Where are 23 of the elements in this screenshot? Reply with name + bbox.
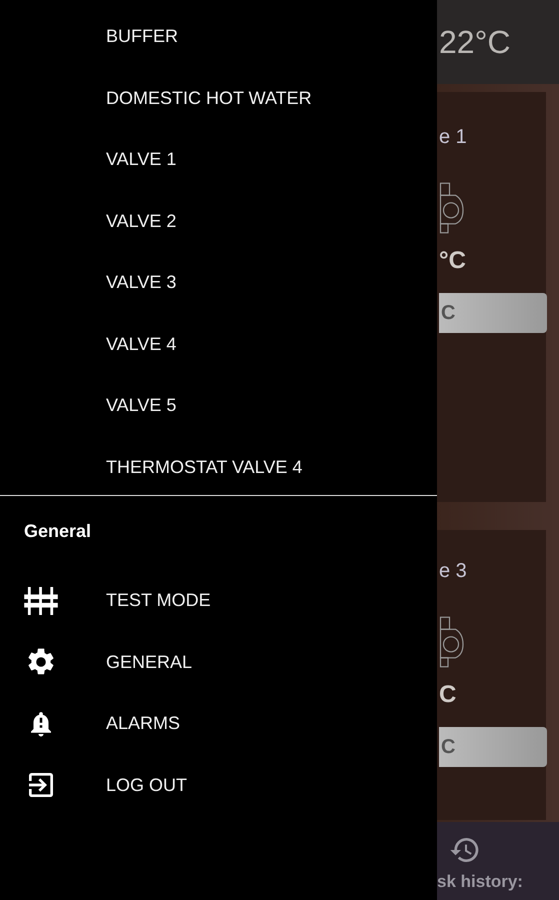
menu-item[interactable]: VALVE 4 bbox=[0, 314, 437, 375]
menu-item[interactable]: VALVE 2 bbox=[0, 190, 437, 252]
valve-card[interactable]: e 3 C C bbox=[437, 530, 546, 820]
setpoint-button[interactable]: C bbox=[439, 727, 547, 767]
menu-item[interactable]: VALVE 5 bbox=[0, 375, 437, 436]
menu-item[interactable]: TEST MODE bbox=[106, 590, 211, 612]
valve-card[interactable]: e 1 °C C bbox=[437, 92, 546, 502]
history-label: sk history: bbox=[437, 872, 523, 892]
card-title: e 1 bbox=[439, 126, 467, 149]
menu-item[interactable]: LOG OUT bbox=[106, 774, 188, 796]
menu-item[interactable]: VALVE 3 bbox=[0, 252, 437, 314]
menu-item[interactable]: DOMESTIC HOT WATER bbox=[0, 68, 437, 129]
menu-item[interactable]: ALARMS bbox=[106, 713, 180, 734]
temperature-reading: 22°C bbox=[439, 24, 510, 60]
card-title: e 3 bbox=[439, 560, 467, 583]
menu-item[interactable]: THERMOSTAT VALVE 4 bbox=[0, 436, 437, 498]
menu-item[interactable]: GENERAL bbox=[106, 652, 192, 673]
temperature-value: °C bbox=[439, 247, 466, 275]
setpoint-button[interactable]: C bbox=[439, 293, 547, 333]
temperature-value: C bbox=[439, 681, 456, 709]
section-heading: General bbox=[23, 520, 92, 543]
menu-item[interactable]: BUFFER bbox=[0, 6, 437, 68]
menu-item[interactable]: VALVE 1 bbox=[0, 129, 437, 190]
